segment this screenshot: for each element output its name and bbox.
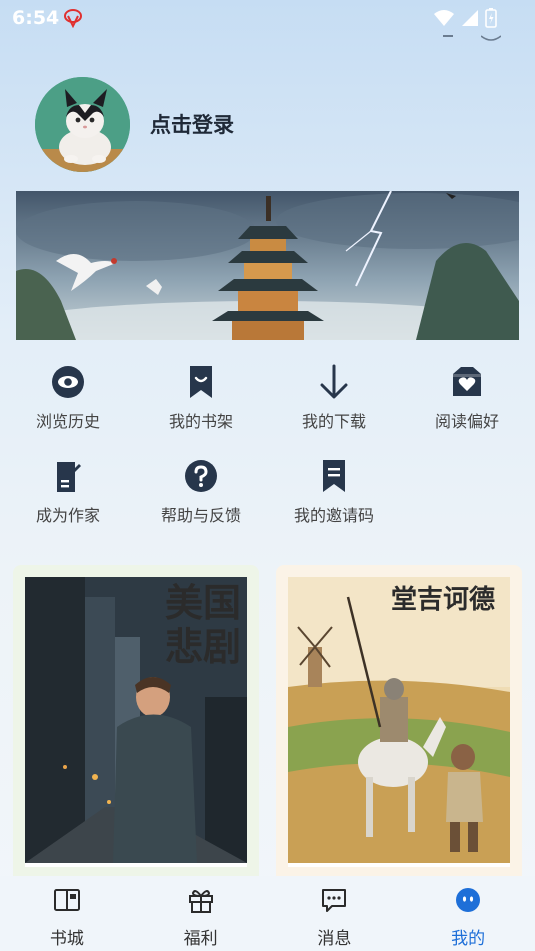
nav-label: 我的 [451, 929, 486, 949]
notification-icon [64, 9, 82, 28]
status-icons [433, 8, 497, 28]
bookmark-icon [190, 366, 212, 398]
cat-avatar-image [35, 77, 130, 172]
pagoda-scene-image [16, 191, 519, 340]
invite-code-icon [323, 460, 345, 492]
nav-bookstore[interactable]: 书城 [0, 876, 134, 951]
scan-icon[interactable] [443, 33, 453, 39]
book-card[interactable]: 美国 悲剧 [13, 565, 259, 885]
book-open-icon [53, 889, 80, 911]
menu-label: 阅读偏好 [434, 412, 499, 431]
login-button[interactable]: 点击登录 [150, 109, 234, 139]
menu-label: 我的下载 [301, 412, 366, 431]
menu-help-feedback[interactable]: 帮助与反馈 [141, 458, 261, 538]
gift-icon [188, 890, 213, 913]
book-title-line: 美国 [165, 580, 242, 625]
menu-my-invite-code[interactable]: 我的邀请码 [274, 458, 394, 538]
book-title-line: 悲剧 [165, 624, 242, 669]
status-bar: 6:54 [0, 0, 535, 36]
download-icon [320, 364, 348, 399]
menu-my-bookshelf[interactable]: 我的书架 [141, 364, 261, 444]
avatar[interactable] [35, 77, 130, 172]
menu-reading-preference[interactable]: 阅读偏好 [407, 364, 527, 444]
book-title-line: 堂吉诃德 [391, 585, 496, 615]
nav-welfare[interactable]: 福利 [134, 876, 268, 951]
bottom-navigation: 书城 福利 消息 我的 [0, 876, 535, 951]
nav-messages[interactable]: 消息 [268, 876, 402, 951]
nav-label: 消息 [317, 929, 352, 949]
menu-label: 成为作家 [35, 506, 100, 525]
signal-icon [462, 10, 478, 26]
nav-label: 福利 [183, 929, 218, 949]
wifi-icon [434, 10, 454, 26]
nav-mine[interactable]: 我的 [401, 876, 535, 951]
menu-label: 帮助与反馈 [160, 506, 241, 525]
profile-face-icon [456, 888, 481, 912]
menu-label: 我的邀请码 [293, 506, 374, 525]
menu-label: 我的书架 [168, 412, 233, 431]
write-icon [57, 462, 81, 492]
knight-cover [288, 577, 510, 867]
menu-become-author[interactable]: 成为作家 [8, 458, 128, 538]
battery-icon [485, 8, 497, 28]
book-title: 美国 悲剧 [165, 581, 241, 669]
banner-image[interactable] [16, 191, 519, 340]
eye-icon [52, 366, 84, 398]
nav-label: 书城 [49, 929, 84, 949]
book-cover-image [288, 577, 510, 867]
status-time: 6:54 [12, 7, 60, 29]
message-icon [322, 889, 347, 912]
menu-label: 浏览历史 [35, 412, 100, 431]
heart-box-icon [453, 367, 481, 396]
book-card[interactable]: 堂吉诃德 [276, 565, 522, 885]
settings-icon[interactable] [481, 34, 501, 44]
book-title: 堂吉诃德 [391, 585, 495, 615]
menu-browse-history[interactable]: 浏览历史 [8, 364, 128, 444]
menu-my-downloads[interactable]: 我的下载 [274, 364, 394, 444]
help-icon [185, 460, 217, 492]
